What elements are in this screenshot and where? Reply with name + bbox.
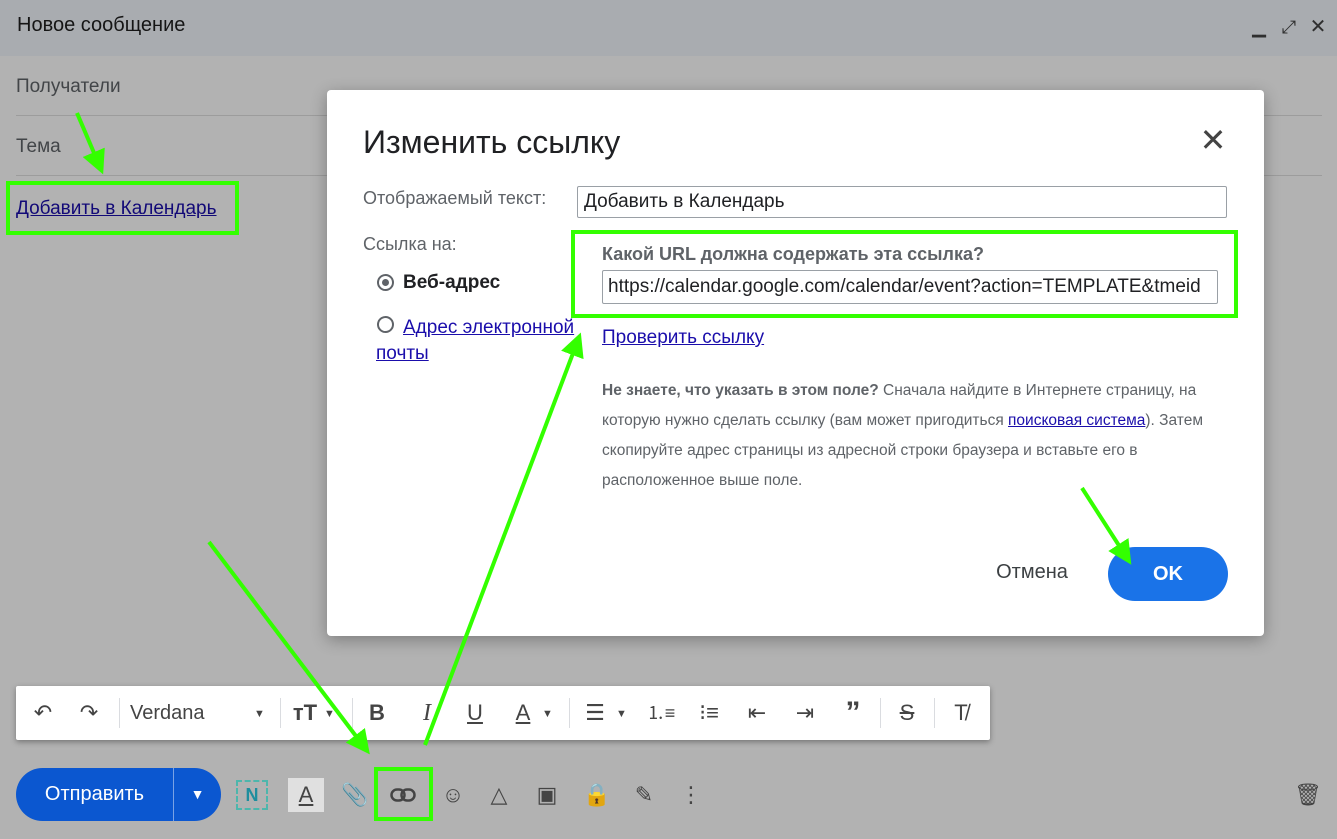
- link-to-label: Ссылка на:: [363, 234, 457, 254]
- font-size-icon[interactable]: тТ: [288, 698, 322, 728]
- underline-icon[interactable]: U: [460, 698, 490, 728]
- send-button[interactable]: Отправить ▼: [16, 768, 221, 821]
- trash-icon[interactable]: 🗑: [1290, 778, 1326, 812]
- search-engine-link[interactable]: поисковая система: [1008, 412, 1145, 429]
- ok-button[interactable]: OK: [1108, 547, 1228, 601]
- remove-formatting-icon[interactable]: T̸: [946, 698, 976, 728]
- toolbar-divider: [880, 698, 881, 728]
- text-color-icon[interactable]: A: [508, 698, 538, 728]
- emoji-icon[interactable]: ☺: [435, 778, 471, 812]
- formatting-options-icon[interactable]: A: [288, 778, 324, 812]
- help-bold: Не знаете, что указать в этом поле?: [602, 382, 879, 399]
- web-address-label[interactable]: Веб-адрес: [403, 272, 500, 294]
- strikethrough-icon[interactable]: S: [892, 698, 922, 728]
- redo-icon[interactable]: ↷: [74, 698, 104, 728]
- indent-more-icon[interactable]: ⇥: [790, 698, 820, 728]
- font-select[interactable]: Verdana ▼: [130, 698, 270, 728]
- dialog-close-icon[interactable]: ✕: [1195, 122, 1231, 158]
- url-input[interactable]: [602, 270, 1218, 304]
- attach-icon[interactable]: 📎: [337, 778, 373, 812]
- drive-icon[interactable]: △: [481, 778, 517, 812]
- indent-less-icon[interactable]: ⇤: [742, 698, 772, 728]
- confidential-mode-icon[interactable]: 🔒: [579, 778, 615, 812]
- bulleted-list-icon[interactable]: ⁝≡: [694, 698, 724, 728]
- help-text: Не знаете, что указать в этом поле? Снач…: [602, 376, 1242, 496]
- url-question-label: Какой URL должна содержать эта ссылка?: [602, 244, 984, 264]
- font-select-value: Verdana: [130, 702, 205, 724]
- chevron-down-icon: ▼: [254, 708, 265, 720]
- notion-icon[interactable]: N: [236, 780, 268, 810]
- toolbar-divider: [934, 698, 935, 728]
- display-text-input[interactable]: [577, 186, 1227, 218]
- undo-icon[interactable]: ↶: [28, 698, 58, 728]
- check-link[interactable]: Проверить ссылку: [602, 327, 764, 349]
- chevron-down-icon: ▼: [324, 708, 335, 720]
- cancel-button[interactable]: Отмена: [982, 556, 1082, 588]
- send-label: Отправить: [44, 783, 145, 805]
- toolbar-divider: [352, 698, 353, 728]
- insert-link-icon[interactable]: [385, 778, 421, 812]
- edit-link-dialog: Изменить ссылку ✕ Отображаемый текст: Сс…: [327, 90, 1264, 636]
- toolbar-divider: [119, 698, 120, 728]
- display-text-label: Отображаемый текст:: [363, 188, 547, 208]
- bold-icon[interactable]: B: [362, 698, 392, 728]
- align-icon[interactable]: ☰: [580, 698, 610, 728]
- send-options-icon[interactable]: ▼: [174, 768, 221, 821]
- email-address-label[interactable]: Адрес электронной почты: [376, 315, 576, 367]
- format-toolbar: ↶ ↷ Verdana ▼ тТ ▼ B I U A ▼ ☰ ▼ ⒈≡ ⁝≡ ⇤…: [16, 686, 990, 740]
- web-address-radio[interactable]: [377, 274, 394, 291]
- toolbar-divider: [569, 698, 570, 728]
- photo-icon[interactable]: ▣: [529, 778, 565, 812]
- quote-icon[interactable]: ”: [838, 698, 868, 728]
- italic-icon[interactable]: I: [412, 698, 442, 728]
- chevron-down-icon: ▼: [616, 708, 627, 720]
- more-options-icon[interactable]: ⋮: [673, 778, 709, 812]
- compose-window: Новое сообщение ▁ ⤢ ✕ Получатели Тема До…: [0, 0, 1337, 839]
- toolbar-divider: [280, 698, 281, 728]
- numbered-list-icon[interactable]: ⒈≡: [646, 698, 676, 728]
- chevron-down-icon: ▼: [542, 708, 553, 720]
- signature-icon[interactable]: ✎: [626, 778, 662, 812]
- dialog-title: Изменить ссылку: [363, 124, 621, 160]
